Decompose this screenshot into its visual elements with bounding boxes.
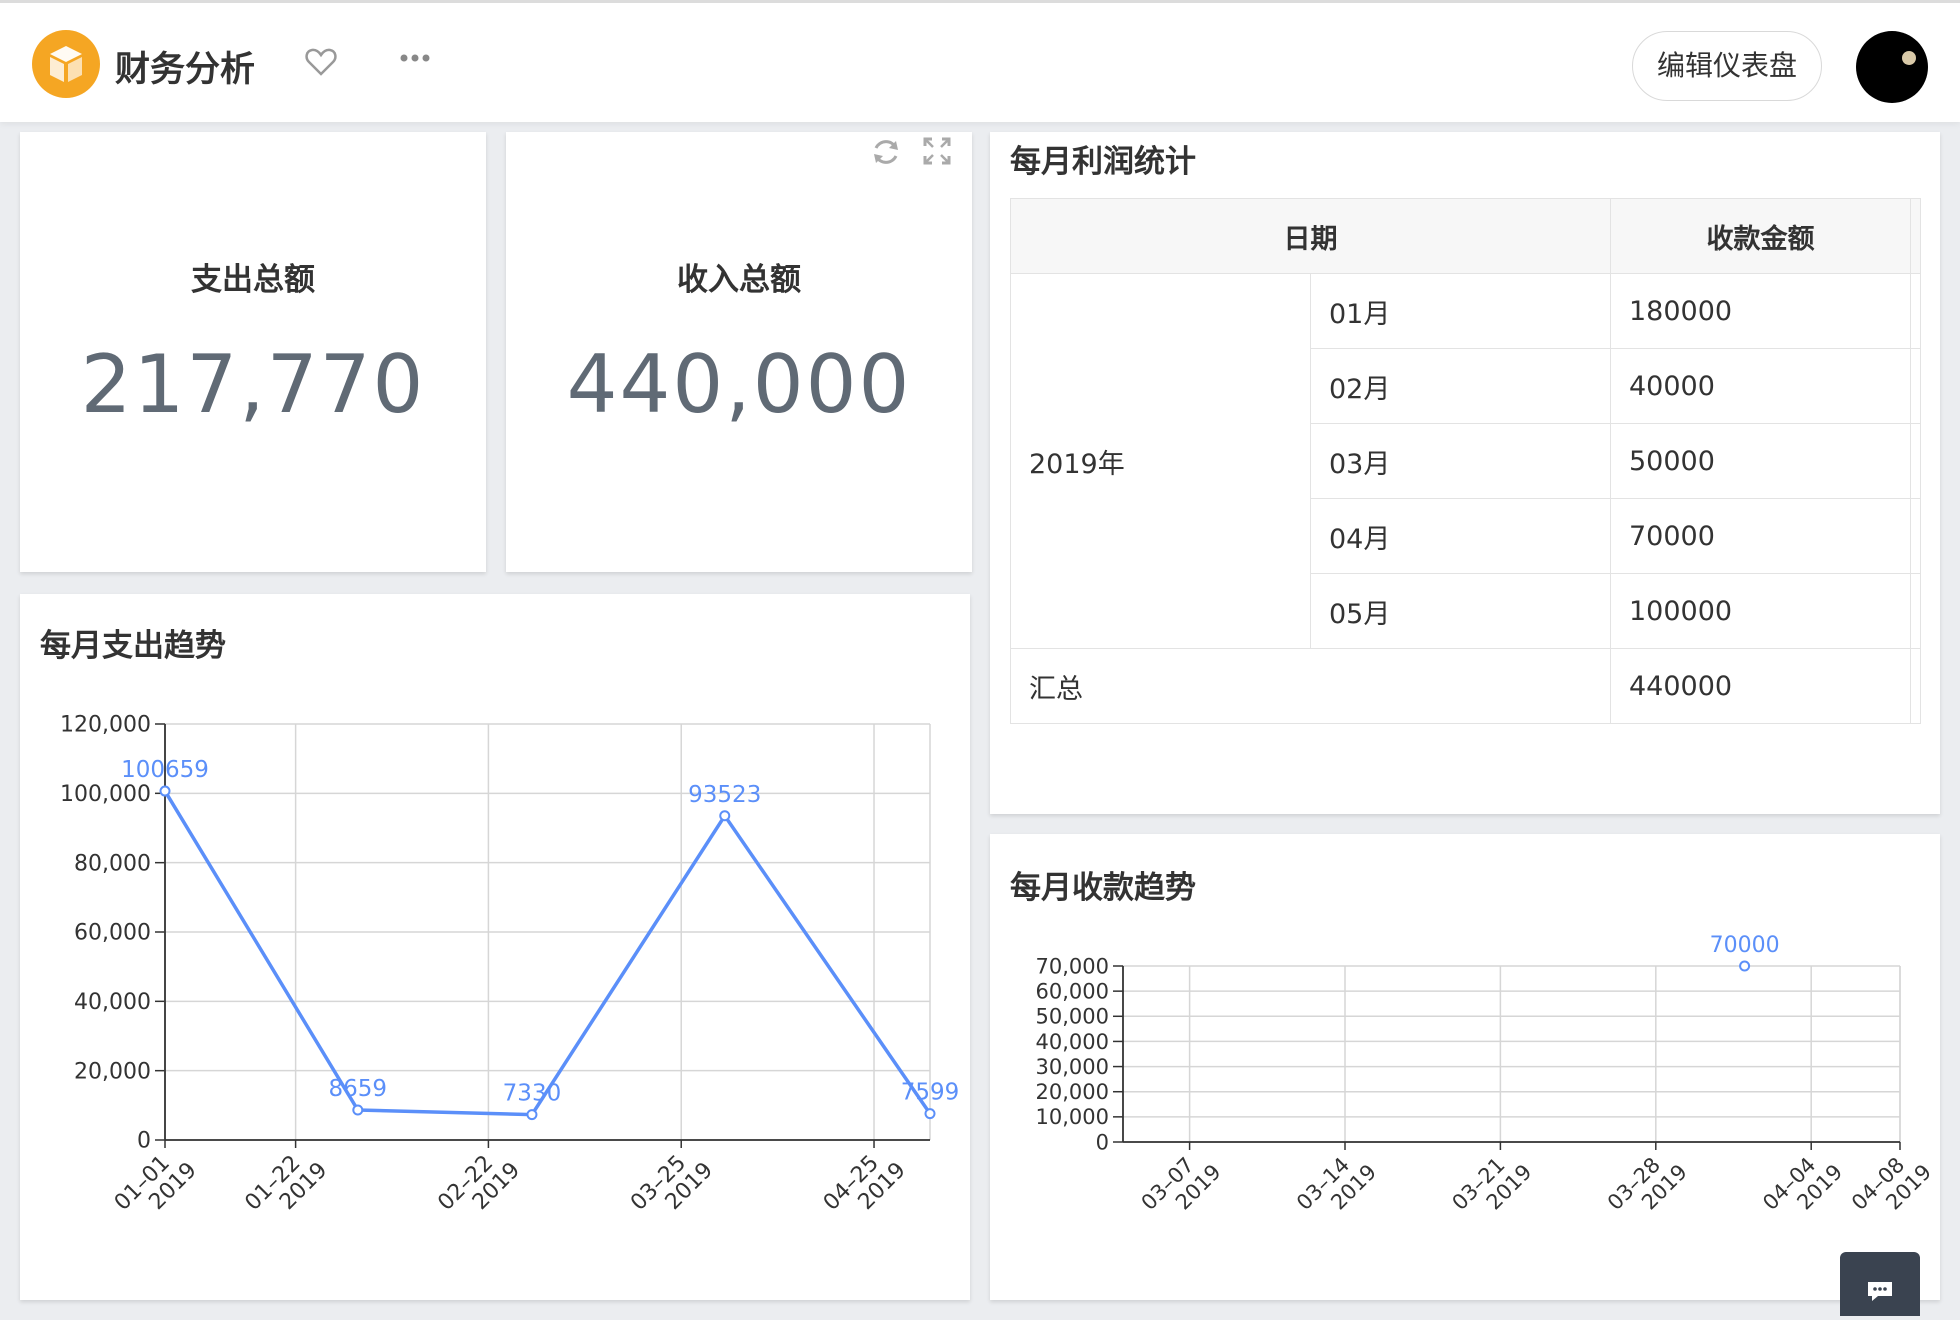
y-tick-label: 30,000 <box>1036 1055 1109 1079</box>
kpi-card-expense: 支出总额 217,770 <box>20 132 486 572</box>
kpi-card-income: 收入总额 440,000 <box>506 132 972 572</box>
favorite-heart-icon[interactable] <box>305 47 337 81</box>
data-point <box>1739 960 1751 972</box>
data-point <box>719 810 731 822</box>
more-options-icon[interactable] <box>400 49 430 68</box>
y-tick-label: 80,000 <box>74 851 151 876</box>
fullscreen-icon[interactable] <box>922 136 952 170</box>
data-point <box>924 1108 936 1120</box>
data-label: 93523 <box>688 782 761 808</box>
series-line <box>163 790 932 1117</box>
y-tick-label: 70,000 <box>1036 954 1109 978</box>
total-value-cell: 440000 <box>1610 648 1911 724</box>
data-label: 7599 <box>901 1080 960 1106</box>
total-label-cell: 汇总 <box>1010 648 1611 724</box>
user-avatar[interactable] <box>1856 31 1928 103</box>
data-point <box>526 1109 538 1121</box>
month-cell: 02月 <box>1310 348 1611 424</box>
y-tick-label: 20,000 <box>1036 1080 1109 1104</box>
card-title: 每月支出趋势 <box>40 628 226 664</box>
y-tick-label: 120,000 <box>60 713 151 738</box>
y-tick-label: 0 <box>137 1129 151 1154</box>
x-tick-label-group: 02–222019 <box>433 1151 525 1216</box>
kpi-label: 支出总额 <box>191 262 315 298</box>
table-edge <box>1910 423 1921 499</box>
kpi-label: 收入总额 <box>677 262 801 298</box>
x-tick-label-group: 03–142019 <box>1292 1153 1381 1215</box>
chat-button[interactable] <box>1840 1252 1920 1316</box>
table-row: 2019年 01月 180000 <box>1010 273 1921 649</box>
card-title: 每月收款趋势 <box>1010 870 1196 906</box>
profit-table-card: 每月利润统计 日期 收款金额 2019年 01月 180000 02月 4000… <box>990 132 1940 814</box>
edit-dashboard-button[interactable]: 编辑仪表盘 <box>1632 31 1822 101</box>
table-edge <box>1910 348 1921 424</box>
y-tick-label: 10,000 <box>1036 1105 1109 1129</box>
table-edge <box>1910 648 1921 724</box>
x-tick-label-group: 03–282019 <box>1603 1153 1692 1215</box>
x-tick-label-group: 03–072019 <box>1137 1153 1226 1215</box>
data-label: 7330 <box>503 1081 562 1107</box>
amount-cell: 100000 <box>1610 573 1911 649</box>
data-label: 8659 <box>329 1076 388 1102</box>
kpi-value: 440,000 <box>566 338 912 431</box>
x-tick-label-group: 04–042019 <box>1758 1153 1847 1215</box>
x-tick-label-group: 03–212019 <box>1447 1153 1536 1215</box>
dashboard-title: 财务分析 <box>115 50 256 90</box>
y-tick-label: 20,000 <box>74 1059 151 1084</box>
card-title: 每月利润统计 <box>1010 144 1196 180</box>
x-tick-label-group: 01–012019 <box>110 1151 202 1216</box>
month-cell: 03月 <box>1310 423 1611 499</box>
data-point <box>352 1104 364 1116</box>
column-header-date: 日期 <box>1010 198 1611 274</box>
top-bar: 财务分析 编辑仪表盘 <box>0 0 1960 122</box>
amount-cell: 40000 <box>1610 348 1911 424</box>
app-logo-icon[interactable] <box>32 30 100 98</box>
amount-cell: 70000 <box>1610 498 1911 574</box>
table-edge <box>1910 498 1921 574</box>
data-label: 100659 <box>121 757 209 783</box>
table-total-row: 汇总 440000 <box>1010 648 1921 724</box>
y-tick-label: 50,000 <box>1036 1005 1109 1029</box>
refresh-icon[interactable] <box>870 136 902 172</box>
column-header-amount: 收款金额 <box>1610 198 1911 274</box>
amount-cell: 180000 <box>1610 273 1911 349</box>
y-tick-label: 60,000 <box>74 921 151 946</box>
month-cell: 01月 <box>1310 273 1611 349</box>
month-cell: 04月 <box>1310 498 1611 574</box>
y-tick-label: 40,000 <box>1036 1030 1109 1054</box>
y-tick-label: 40,000 <box>74 990 151 1015</box>
kpi-value: 217,770 <box>80 338 426 431</box>
income-trend-card: 每月收款趋势 0 10,000 20,000 30,000 40,000 50,000 60… <box>990 834 1940 1300</box>
amount-cell: 50000 <box>1610 423 1911 499</box>
expense-trend-chart: 0 20,000 40,000 60,000 80,000 100,000 120,000 0… <box>60 713 960 1216</box>
y-tick-label: 60,000 <box>1036 979 1109 1003</box>
data-label: 70000 <box>1710 933 1780 958</box>
month-cell: 05月 <box>1310 573 1611 649</box>
x-tick-label-group: 01–222019 <box>240 1151 332 1216</box>
profit-pivot-table: 日期 收款金额 2019年 01月 180000 02月 40000 03月 5… <box>1010 198 1921 724</box>
avatar-moon-icon <box>1902 51 1916 65</box>
x-tick-label-group: 04–252019 <box>819 1151 911 1216</box>
y-tick-label: 100,000 <box>60 782 151 807</box>
table-header-row: 日期 收款金额 <box>1010 198 1921 274</box>
table-edge <box>1910 198 1921 274</box>
table-edge <box>1910 273 1921 349</box>
x-tick-label-group: 04–082019 <box>1847 1153 1936 1215</box>
table-edge <box>1910 573 1921 649</box>
data-point <box>159 785 171 797</box>
expense-trend-card: 每月支出趋势 0 20,000 40,000 60,000 80,000 100,000 1… <box>20 594 970 1300</box>
y-tick-label: 0 <box>1096 1130 1109 1154</box>
year-cell: 2019年 <box>1010 273 1311 649</box>
x-tick-label-group: 03–252019 <box>626 1151 718 1216</box>
chat-bubble-icon <box>1868 1282 1892 1301</box>
